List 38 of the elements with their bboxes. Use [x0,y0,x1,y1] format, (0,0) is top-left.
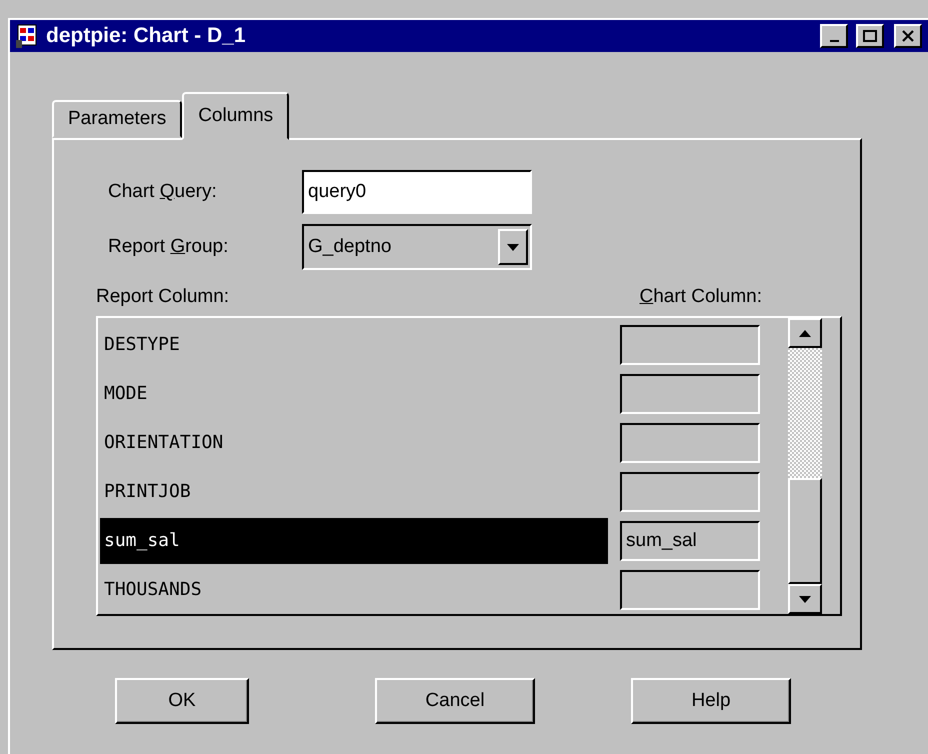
field-label: Chart Query: [107,181,218,203]
input-field[interactable] [620,374,760,414]
input-field[interactable]: sum_sal [620,520,760,560]
tab[interactable]: Parameters [52,100,182,138]
dialog-button[interactable]: OK [115,678,249,724]
list-item[interactable]: ORIENTATION [100,420,608,466]
column-header: Report Column: [96,286,230,308]
input-field[interactable] [620,570,760,610]
maximize-button[interactable] [856,24,884,48]
list-item[interactable]: DESTYPE [100,322,608,368]
minimize-button[interactable] [820,24,848,48]
app-icon [16,24,38,48]
dialog-button[interactable]: Cancel [375,678,535,724]
list-item[interactable]: PRINTJOB [100,468,608,514]
input-field[interactable] [620,422,760,462]
field-label: Report Group: [107,236,230,258]
scroll-down-button[interactable] [788,584,822,614]
tab[interactable]: Columns [182,92,290,140]
list-item[interactable]: MODE [100,370,608,416]
column-header: Chart Column: [639,286,762,308]
down-arrow-icon [799,596,811,602]
dropdown-button[interactable] [498,229,528,265]
input-field[interactable]: query0 [302,170,532,214]
maximize-icon [863,30,877,42]
close-icon [902,30,914,42]
list-item[interactable]: sum_sal [100,518,608,564]
input-field[interactable] [620,472,760,512]
dialog-button[interactable]: Help [631,678,791,724]
close-button[interactable] [894,24,922,48]
scroll-up-button[interactable] [788,318,822,348]
minimize-icon [830,40,838,42]
input-field[interactable] [620,324,760,364]
scrollbar[interactable] [788,318,822,614]
dropdown[interactable]: G_deptno [302,224,532,270]
window-title: deptpie: Chart - D_1 [46,24,247,48]
up-arrow-icon [799,330,811,336]
down-arrow-icon [507,244,519,250]
list-item[interactable]: THOUSANDS [100,566,608,612]
